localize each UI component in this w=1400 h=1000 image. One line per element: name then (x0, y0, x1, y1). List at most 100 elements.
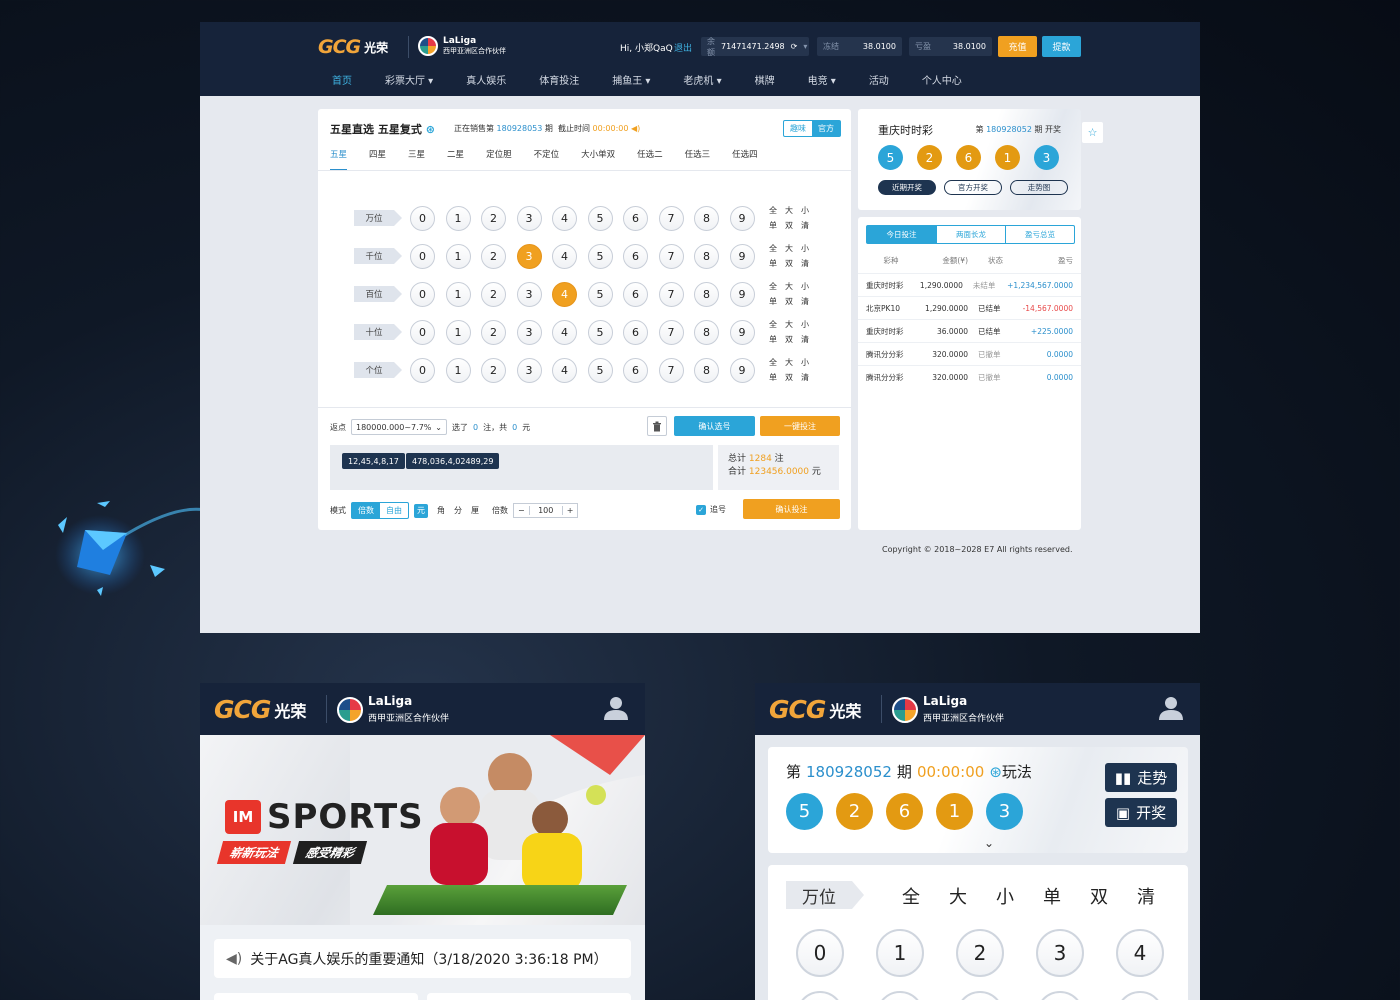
quick-双[interactable]: 双 (785, 220, 801, 231)
quick-大[interactable]: 大 (785, 205, 801, 216)
quick-全[interactable]: 全 (902, 883, 920, 909)
tab-8[interactable]: 任选三 (685, 148, 711, 171)
unit-jiao[interactable]: 角 (437, 505, 445, 516)
quick-小[interactable]: 小 (996, 883, 1014, 909)
number-ball[interactable]: 8 (694, 243, 719, 269)
tab-7[interactable]: 任选二 (637, 148, 663, 171)
quick-大[interactable]: 大 (785, 357, 801, 368)
tab-today-bets[interactable]: 今日投注 (867, 226, 936, 243)
nav-home[interactable]: 首页 (332, 72, 352, 87)
withdraw-button[interactable]: 提款 (1042, 36, 1081, 57)
draw-results-button[interactable]: ▣ 开奖 (1105, 798, 1177, 827)
number-ball[interactable]: 9 (729, 205, 755, 231)
tab-6[interactable]: 大小单双 (581, 148, 615, 171)
nav-esports[interactable]: 电竞 ▾ (808, 72, 836, 87)
mode-free[interactable]: 自由 (380, 503, 408, 518)
plus-button[interactable]: + (563, 506, 578, 515)
number-ball[interactable] (1036, 991, 1084, 1000)
number-ball[interactable]: 7 (658, 357, 684, 383)
notice-bar[interactable]: ◀) 关于AG真人娱乐的重要通知（3/18/2020 3:36:18 PM） (214, 939, 631, 978)
number-ball[interactable]: 8 (694, 281, 719, 307)
quick-双[interactable]: 双 (1090, 883, 1108, 909)
number-ball[interactable]: 0 (796, 929, 844, 977)
quick-清[interactable]: 清 (801, 258, 817, 269)
multiple-input[interactable]: 100 (528, 506, 563, 515)
quick-大[interactable]: 大 (785, 281, 801, 292)
nav-cards[interactable]: 棋牌 (755, 72, 775, 87)
number-ball[interactable]: 4 (552, 243, 577, 269)
number-ball[interactable]: 1 (445, 281, 471, 307)
number-ball[interactable]: 1 (445, 243, 471, 269)
tab-1[interactable]: 四星 (369, 148, 386, 171)
number-ball[interactable]: 7 (658, 243, 684, 269)
table-row[interactable]: 腾讯分分彩 320.0000 已撤单 0.0000 (858, 365, 1081, 388)
quick-大[interactable]: 大 (785, 319, 801, 330)
number-ball[interactable]: 3 (516, 243, 542, 269)
nav-lottery-hall[interactable]: 彩票大厅 ▾ (385, 72, 433, 87)
trend-button[interactable]: ▮▮ 走势 (1105, 763, 1177, 792)
number-ball[interactable]: 6 (623, 319, 648, 345)
tab-long-dragon[interactable]: 两面长龙 (936, 226, 1005, 243)
quick-全[interactable]: 全 (769, 205, 785, 216)
number-ball[interactable]: 8 (694, 357, 719, 383)
chase-toggle[interactable]: ✓ 追号 (696, 504, 726, 515)
mode-official[interactable]: 官方 (812, 121, 840, 136)
number-ball[interactable]: 0 (410, 281, 435, 307)
favorite-star-icon[interactable]: ☆ (1082, 122, 1103, 143)
tab-3[interactable]: 二星 (447, 148, 464, 171)
number-ball[interactable]: 0 (410, 243, 435, 269)
unit-li[interactable]: 厘 (471, 505, 479, 516)
number-ball[interactable]: 4 (552, 205, 577, 231)
recharge-button[interactable]: 充值 (998, 36, 1037, 57)
tab-2[interactable]: 三星 (408, 148, 425, 171)
quick-清[interactable]: 清 (801, 220, 817, 231)
number-ball[interactable]: 3 (1036, 929, 1084, 977)
nav-slots[interactable]: 老虎机 ▾ (683, 72, 721, 87)
confirm-numbers-button[interactable]: 确认选号 (674, 416, 755, 436)
table-row[interactable]: 重庆时时彩 36.0000 已结单 +225.0000 (858, 319, 1081, 342)
number-ball[interactable]: 3 (516, 357, 542, 383)
quick-双[interactable]: 双 (785, 296, 801, 307)
number-ball[interactable]: 5 (587, 357, 613, 383)
chevron-down-icon[interactable]: ▾ (803, 42, 807, 51)
switch-icon[interactable]: ⊛ (426, 123, 435, 136)
user-avatar-icon[interactable] (603, 695, 629, 721)
quick-全[interactable]: 全 (769, 357, 785, 368)
number-ball[interactable]: 9 (729, 319, 755, 345)
minus-button[interactable]: − (514, 506, 529, 515)
number-ball[interactable]: 7 (658, 281, 684, 307)
number-ball[interactable]: 3 (516, 205, 542, 231)
number-ball[interactable]: 2 (481, 281, 506, 307)
number-ball[interactable]: 1 (876, 929, 924, 977)
number-ball[interactable]: 7 (658, 205, 684, 231)
game-card[interactable] (427, 993, 631, 1000)
number-ball[interactable]: 1 (445, 319, 471, 345)
nav-sports[interactable]: 体育投注 (539, 72, 579, 87)
quick-单[interactable]: 单 (769, 220, 785, 231)
table-row[interactable]: 腾讯分分彩 320.0000 已撤单 0.0000 (858, 342, 1081, 365)
number-ball[interactable]: 3 (516, 319, 542, 345)
nav-live-casino[interactable]: 真人娱乐 (466, 72, 506, 87)
refresh-icon[interactable]: ⟳ (791, 42, 798, 51)
number-ball[interactable] (796, 991, 844, 1000)
clear-button[interactable] (647, 416, 667, 436)
tab-9[interactable]: 任选四 (732, 148, 758, 171)
quick-单[interactable]: 单 (1043, 883, 1061, 909)
table-row[interactable]: 重庆时时彩 1,290.0000 未结单 +1,234,567.0000 (858, 273, 1081, 296)
quick-大[interactable]: 大 (949, 883, 967, 909)
number-ball[interactable] (876, 991, 924, 1000)
number-ball[interactable]: 4 (552, 319, 577, 345)
nav-promotions[interactable]: 活动 (869, 72, 889, 87)
confirm-bet-button[interactable]: 确认投注 (743, 499, 840, 519)
number-ball[interactable]: 2 (956, 929, 1004, 977)
quick-清[interactable]: 清 (801, 334, 817, 345)
quick-双[interactable]: 双 (785, 334, 801, 345)
tab-4[interactable]: 定位胆 (486, 148, 512, 171)
nav-profile[interactable]: 个人中心 (922, 72, 962, 87)
quick-双[interactable]: 双 (785, 372, 801, 383)
quick-单[interactable]: 单 (769, 334, 785, 345)
tab-profit-overview[interactable]: 盈亏总览 (1005, 226, 1074, 243)
quick-小[interactable]: 小 (801, 243, 817, 254)
quick-清[interactable]: 清 (801, 296, 817, 307)
quick-全[interactable]: 全 (769, 319, 785, 330)
